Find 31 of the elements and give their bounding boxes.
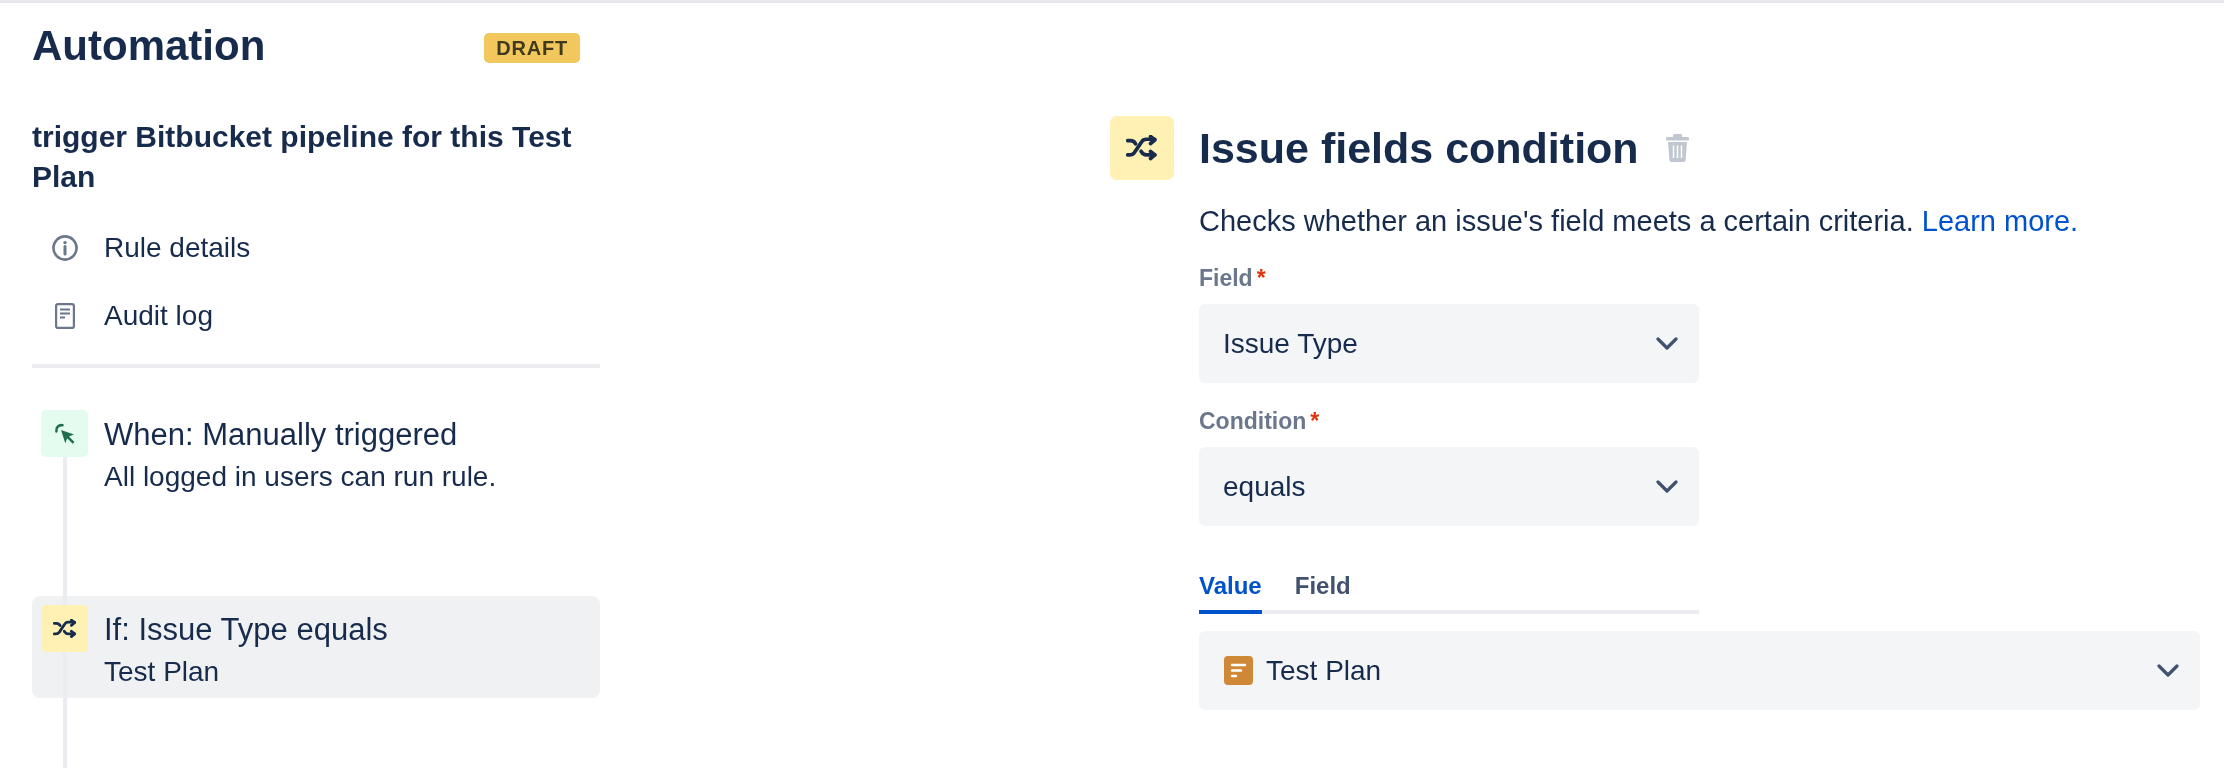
info-icon	[52, 235, 78, 261]
panel-title: Issue fields condition	[1199, 123, 1639, 174]
shuffle-icon	[41, 605, 88, 652]
chevron-down-icon	[2157, 664, 2179, 677]
document-icon	[55, 303, 75, 329]
step-detail: Test Plan	[104, 655, 221, 689]
field-select[interactable]: equals	[1199, 447, 1699, 526]
learn-more-link[interactable]: Learn more.	[1921, 205, 2079, 237]
page-title: Automation	[32, 21, 266, 71]
step-title: When: Manually triggered	[104, 416, 459, 453]
nav-link[interactable]: Audit log	[32, 292, 221, 340]
cursor-click-icon	[41, 410, 88, 457]
description: Checks whether an issue's field meets a certain criteria. Learn more.	[1199, 204, 2080, 238]
trash-icon[interactable]	[1665, 134, 1689, 162]
rule-step[interactable]: When: Manually triggered All logged in users can run rule.	[32, 401, 600, 503]
rule-name: trigger Bitbucket pipeline for this Test Plan	[32, 119, 573, 195]
field-label: Field *	[1199, 264, 1267, 292]
value-select[interactable]: Test Plan	[1199, 631, 2200, 710]
chevron-down-icon	[1656, 337, 1678, 350]
field-select[interactable]: Issue Type	[1199, 304, 1699, 383]
field-label: Condition *	[1199, 407, 1321, 435]
step-detail: All logged in users can run rule.	[104, 460, 497, 494]
tab[interactable]: Value	[1199, 572, 1262, 614]
step-title: If: Issue Type equals	[104, 611, 388, 648]
chevron-down-icon	[1656, 480, 1678, 493]
list-icon	[1224, 656, 1253, 685]
nav-link[interactable]: Rule details	[32, 224, 259, 272]
tab[interactable]: Field	[1294, 572, 1351, 614]
rule-step[interactable]: If: Issue Type equals Test Plan	[32, 596, 600, 698]
shuffle-icon	[1110, 116, 1174, 180]
status-badge: DRAFT	[484, 33, 580, 63]
